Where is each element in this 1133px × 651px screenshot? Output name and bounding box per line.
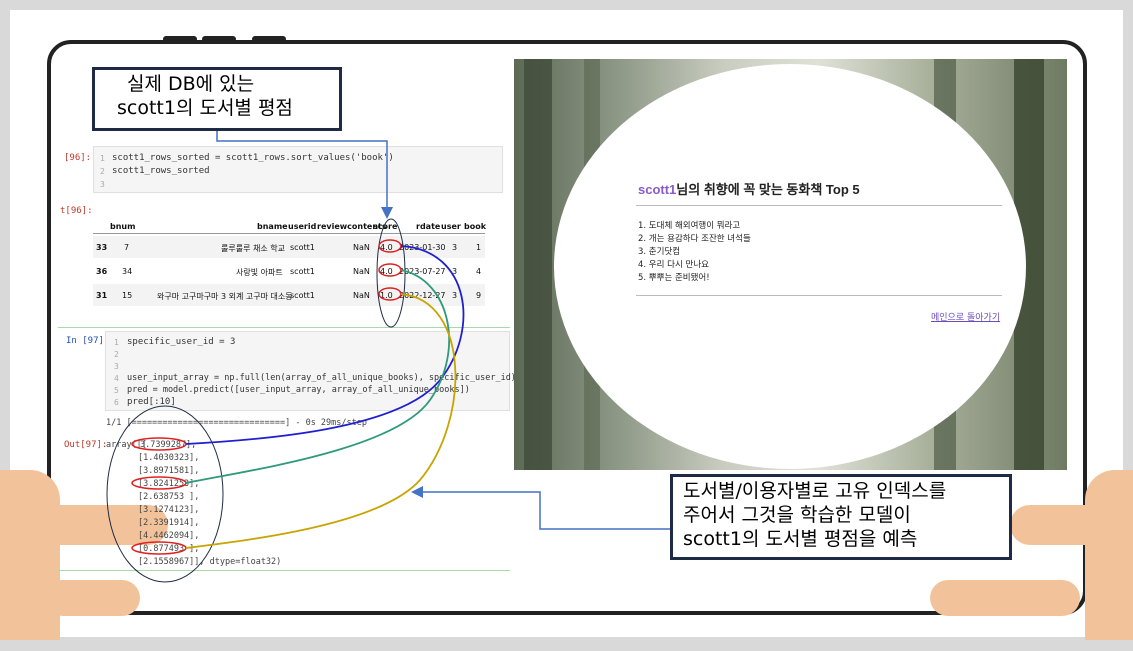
line-number: 4	[114, 374, 119, 383]
array-value: [2.3391914],	[138, 518, 200, 528]
callout-line: scott1의 도서별 평점	[117, 97, 293, 119]
line-number: 2	[100, 167, 105, 176]
list-item: 5. 뿌뿌는 준비됐어!	[638, 273, 710, 283]
callout-line: 도서별/이용자별로 고유 인덱스를	[683, 480, 947, 502]
username: scott1	[638, 182, 677, 197]
back-to-main-link[interactable]: 메인으로 돌아가기	[931, 310, 1000, 323]
cell-separator	[58, 570, 510, 571]
callout-line: 주어서 그것을 학습한 모델이	[683, 504, 911, 526]
divider	[636, 205, 1002, 206]
table-cell: 룰루룰루 채소 학교	[221, 244, 285, 253]
table-cell: 1.0	[380, 291, 393, 300]
table-cell: 사랑빛 아파트	[236, 268, 283, 277]
left-finger	[45, 580, 140, 616]
code-line: scott1_rows_sorted = scott1_rows.sort_va…	[112, 153, 394, 163]
right-hand	[1085, 470, 1133, 640]
table-cell: NaN	[353, 243, 370, 252]
table-cell: 3	[452, 267, 458, 276]
line-number: 5	[114, 386, 119, 395]
table-cell: 2023-07-27	[399, 267, 446, 276]
table-cell: NaN	[353, 291, 370, 300]
array-value: [3.8241253],	[138, 479, 200, 489]
row-index: 33	[96, 243, 108, 252]
table-cell: 4	[476, 267, 482, 276]
table-cell: 3	[452, 243, 458, 252]
table-cell: 1	[476, 243, 482, 252]
callout-db-ratings: 실제 DB에 있는 scott1의 도서별 평점	[92, 67, 342, 131]
code-line: pred[:10]	[127, 397, 176, 407]
table-cell: 4.0	[380, 243, 393, 252]
cell-96-out-prompt: t[96]:	[60, 206, 93, 216]
divider	[636, 295, 1002, 296]
table-cell: 9	[476, 291, 482, 300]
table-cell: 7	[124, 243, 130, 252]
header-divider	[93, 233, 485, 234]
code-line: user_input_array = np.full(len(array_of_…	[127, 373, 516, 383]
list-item: 1. 도대체 해외여행이 뭐라고	[638, 221, 741, 231]
list-item: 4. 우리 다시 만나요	[638, 260, 709, 270]
row-index: 36	[96, 267, 108, 276]
code-line: scott1_rows_sorted	[112, 166, 210, 176]
code-line: pred = model.predict([user_input_array, …	[127, 385, 470, 395]
line-number: 1	[114, 338, 119, 347]
table-cell: 34	[122, 267, 133, 276]
cell-97-in-prompt: In [97]:	[66, 336, 110, 346]
title-text: 님의 취향에 꼭 맞는 동화책 Top 5	[676, 182, 860, 197]
col-header: bname	[257, 222, 288, 231]
progress-output: 1/1 [==============================] - 0…	[106, 418, 367, 428]
recommendation-panel: scott1님의 취향에 꼭 맞는 동화책 Top 5 1. 도대체 해외여행이…	[554, 64, 1026, 469]
code-line: specific_user_id = 3	[127, 337, 236, 347]
table-cell: 3	[452, 291, 458, 300]
line-number: 6	[114, 398, 119, 407]
table-cell: 2022-12-27	[399, 291, 446, 300]
line-number: 1	[100, 154, 105, 163]
table-cell: 와구마 고구마구마 3 외계 고구마 대소동	[157, 292, 293, 301]
table-cell: scott1	[290, 243, 315, 252]
table-cell: NaN	[353, 267, 370, 276]
col-header: rdate	[416, 222, 441, 231]
right-thumb	[1010, 505, 1120, 545]
table-cell: scott1	[290, 267, 315, 276]
col-header: userid	[288, 222, 317, 231]
array-value: [3.1274123],	[138, 505, 200, 515]
table-cell: scott1	[290, 291, 315, 300]
array-value: [0.877493 ],	[138, 544, 200, 554]
line-number: 3	[100, 180, 105, 189]
callout-line: scott1의 도서별 평점을 예측	[683, 528, 918, 550]
col-header: user	[441, 222, 461, 231]
callout-model-prediction: 도서별/이용자별로 고유 인덱스를 주어서 그것을 학습한 모델이 scott1…	[670, 474, 1012, 560]
array-value: [3.8971581],	[138, 466, 200, 476]
left-hand	[0, 470, 60, 640]
table-cell: 4.0	[380, 267, 393, 276]
cell-separator	[58, 327, 510, 328]
cell-96-in-prompt: [96]:	[64, 153, 92, 163]
right-finger	[930, 580, 1080, 616]
row-index: 31	[96, 291, 108, 300]
array-value: [4.4462094],	[138, 531, 200, 541]
col-header: book	[464, 222, 487, 231]
cell-97-out-prompt: Out[97]:	[64, 440, 108, 450]
array-value: 3.7399287],	[140, 440, 197, 450]
array-value: [2.1558967]], dtype=float32)	[138, 557, 282, 567]
line-number: 3	[114, 362, 119, 371]
array-value: [2.638753 ],	[138, 492, 200, 502]
array-value: [1.4030323],	[138, 453, 200, 463]
tree-trunk	[524, 59, 552, 470]
line-number: 2	[114, 350, 119, 359]
callout-line: 실제 DB에 있는	[127, 73, 255, 95]
recommendation-title: scott1님의 취향에 꼭 맞는 동화책 Top 5	[638, 179, 860, 198]
list-item: 2. 개는 용감하다 조잔한 녀석들	[638, 234, 751, 244]
col-header: score	[373, 222, 398, 231]
col-header: bnum	[110, 222, 136, 231]
table-cell: 2023-01-30	[399, 243, 446, 252]
forest-background-image: scott1님의 취향에 꼭 맞는 동화책 Top 5 1. 도대체 해외여행이…	[514, 59, 1067, 470]
list-item: 3. 춘기닷컴	[638, 247, 681, 257]
table-cell: 15	[122, 291, 133, 300]
